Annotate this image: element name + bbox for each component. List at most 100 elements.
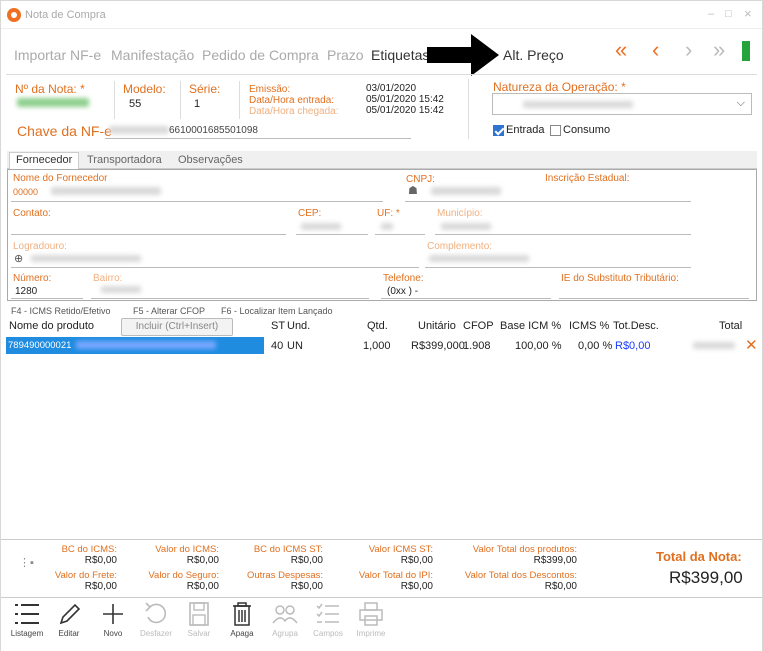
salvar-button[interactable]: Salvar (179, 601, 219, 649)
col-unitario[interactable]: Unitário (418, 320, 456, 332)
row-base-icm[interactable]: 100,00 % (515, 340, 561, 352)
col-st[interactable]: ST (271, 320, 285, 332)
municipio-label: Município: (437, 208, 483, 219)
col-tot-desc[interactable]: Tot.Desc. (613, 320, 659, 332)
row-qtd[interactable]: 1,000 (363, 340, 391, 352)
numero-field[interactable]: 1280 (15, 286, 37, 297)
listagem-button[interactable]: Listagem (7, 601, 47, 649)
nav-prev-icon[interactable]: ‹ (652, 39, 659, 61)
entrada-field[interactable]: 05/01/2020 15:42 (366, 94, 444, 105)
serie-field[interactable]: 1 (194, 98, 200, 110)
fornecedor-code: 00000 (13, 187, 39, 197)
desfazer-button[interactable]: Desfazer (136, 601, 176, 649)
entrada-checkbox[interactable] (493, 125, 504, 136)
novo-button[interactable]: Novo (93, 601, 133, 649)
fornecedor-nome-field[interactable] (51, 187, 161, 195)
natureza-label: Natureza da Operação: * (493, 80, 626, 94)
cep-field[interactable] (301, 223, 341, 230)
col-nome-produto[interactable]: Nome do produto (9, 320, 94, 332)
seguro-label: Valor do Seguro: (148, 570, 219, 581)
descontos-value: R$0,00 (544, 581, 577, 592)
bairro-field[interactable] (101, 286, 141, 293)
ipi-value: R$0,00 (400, 581, 433, 592)
campos-button[interactable]: Campos (308, 601, 348, 649)
save-icon (189, 602, 209, 626)
modelo-field[interactable]: 55 (129, 98, 141, 110)
valor-icms-st-label: Valor ICMS ST: (368, 544, 433, 555)
chevron-down-icon: ⌵ (736, 97, 745, 109)
agrupa-button[interactable]: Agrupa (265, 601, 305, 649)
nav-next-icon[interactable]: › (685, 39, 692, 61)
group-icon (272, 605, 298, 624)
logradouro-field[interactable] (31, 255, 141, 262)
num-nota-label: Nº da Nota: * (15, 82, 85, 96)
row-unitario[interactable]: R$399,000 (411, 340, 465, 352)
natureza-select[interactable]: ⌵ (492, 93, 752, 115)
cnpj-lookup-icon[interactable]: ☗ (408, 184, 418, 197)
shortcut-f5: F5 - Alterar CFOP (133, 306, 206, 316)
consumo-checkbox[interactable] (550, 125, 561, 136)
row-st[interactable]: 40 (271, 340, 283, 352)
row-total[interactable] (693, 342, 735, 349)
nota-de-compra-window: Nota de Compra – □ × Importar NF-e Manif… (0, 0, 763, 651)
col-cfop[interactable]: CFOP (463, 320, 494, 332)
entrada-checkbox-label: Entrada (506, 124, 545, 136)
table-row[interactable]: 789490000021 (6, 337, 264, 354)
delete-row-icon[interactable]: ✕ (745, 336, 758, 354)
num-nota-field[interactable] (17, 98, 89, 107)
row-icms[interactable]: 0,00 % (578, 340, 612, 352)
menu-prazo[interactable]: Prazo (327, 47, 364, 63)
bc-icms-value: R$0,00 (84, 555, 117, 566)
pencil-icon (59, 603, 81, 625)
col-qtd[interactable]: Qtd. (367, 320, 388, 332)
incluir-button[interactable]: Incluir (Ctrl+Insert) (121, 318, 233, 336)
outras-despesas-label: Outras Despesas: (246, 570, 323, 581)
municipio-field[interactable] (441, 223, 491, 230)
total-nota-value: R$399,00 (669, 568, 743, 587)
cep-label: CEP: (298, 208, 322, 219)
chegada-field[interactable]: 05/01/2020 15:42 (366, 105, 444, 116)
bc-icms-st-value: R$0,00 (290, 555, 323, 566)
globe-icon[interactable]: ⊕ (14, 252, 23, 265)
chegada-label: Data/Hora chegada: (249, 106, 339, 117)
menu-importar-nfe[interactable]: Importar NF-e (14, 47, 101, 63)
row-tot-desc[interactable]: R$0,00 (615, 340, 650, 352)
tab-fornecedor[interactable]: Fornecedor (9, 152, 80, 170)
menu-manifestacao[interactable]: Manifestação (111, 47, 194, 63)
emissao-field[interactable]: 03/01/2020 (366, 83, 416, 94)
menu-alt-preco[interactable]: Alt. Preço (503, 47, 564, 63)
maximize-button[interactable]: □ (725, 8, 732, 20)
col-und[interactable]: Und. (287, 320, 310, 332)
imprime-button[interactable]: Imprime (351, 601, 391, 649)
col-base-icm[interactable]: Base ICM % (500, 320, 561, 332)
row-cfop[interactable]: 1.908 (463, 340, 491, 352)
shortcut-f6: F6 - Localizar Item Lançado (221, 306, 333, 316)
pointer-arrow-icon (427, 34, 499, 76)
chave-nfe-field[interactable]: 6610001685501098 (169, 125, 258, 136)
salvar-label: Salvar (187, 629, 211, 638)
modelo-label: Modelo: (123, 82, 166, 96)
outras-despesas-value: R$0,00 (290, 581, 323, 592)
nav-last-icon[interactable]: » (713, 39, 725, 61)
nav-first-icon[interactable]: « (615, 39, 627, 61)
shortcut-f4: F4 - ICMS Retido/Efetivo (11, 306, 111, 316)
listagem-label: Listagem (10, 629, 44, 638)
cnpj-field[interactable] (431, 187, 501, 195)
row-und[interactable]: UN (287, 340, 303, 352)
apaga-button[interactable]: Apaga (222, 601, 262, 649)
menu-etiquetas[interactable]: Etiquetas (371, 47, 429, 63)
uf-field[interactable] (381, 223, 393, 230)
complemento-field[interactable] (429, 255, 529, 262)
numero-label: Número: (13, 273, 52, 284)
close-button[interactable]: × (744, 6, 752, 21)
totals-menu-icon[interactable]: ⋮▪ (19, 556, 34, 569)
tab-observacoes[interactable]: Observações (178, 154, 243, 166)
editar-button[interactable]: Editar (49, 601, 89, 649)
menu-pedido-de-compra[interactable]: Pedido de Compra (202, 47, 319, 63)
telefone-field[interactable]: (0xx ) - (387, 286, 418, 297)
col-icms[interactable]: ICMS % (569, 320, 609, 332)
telefone-label: Telefone: (383, 273, 424, 284)
tab-transportadora[interactable]: Transportadora (87, 154, 162, 166)
col-total[interactable]: Total (719, 320, 742, 332)
minimize-button[interactable]: – (708, 8, 714, 20)
